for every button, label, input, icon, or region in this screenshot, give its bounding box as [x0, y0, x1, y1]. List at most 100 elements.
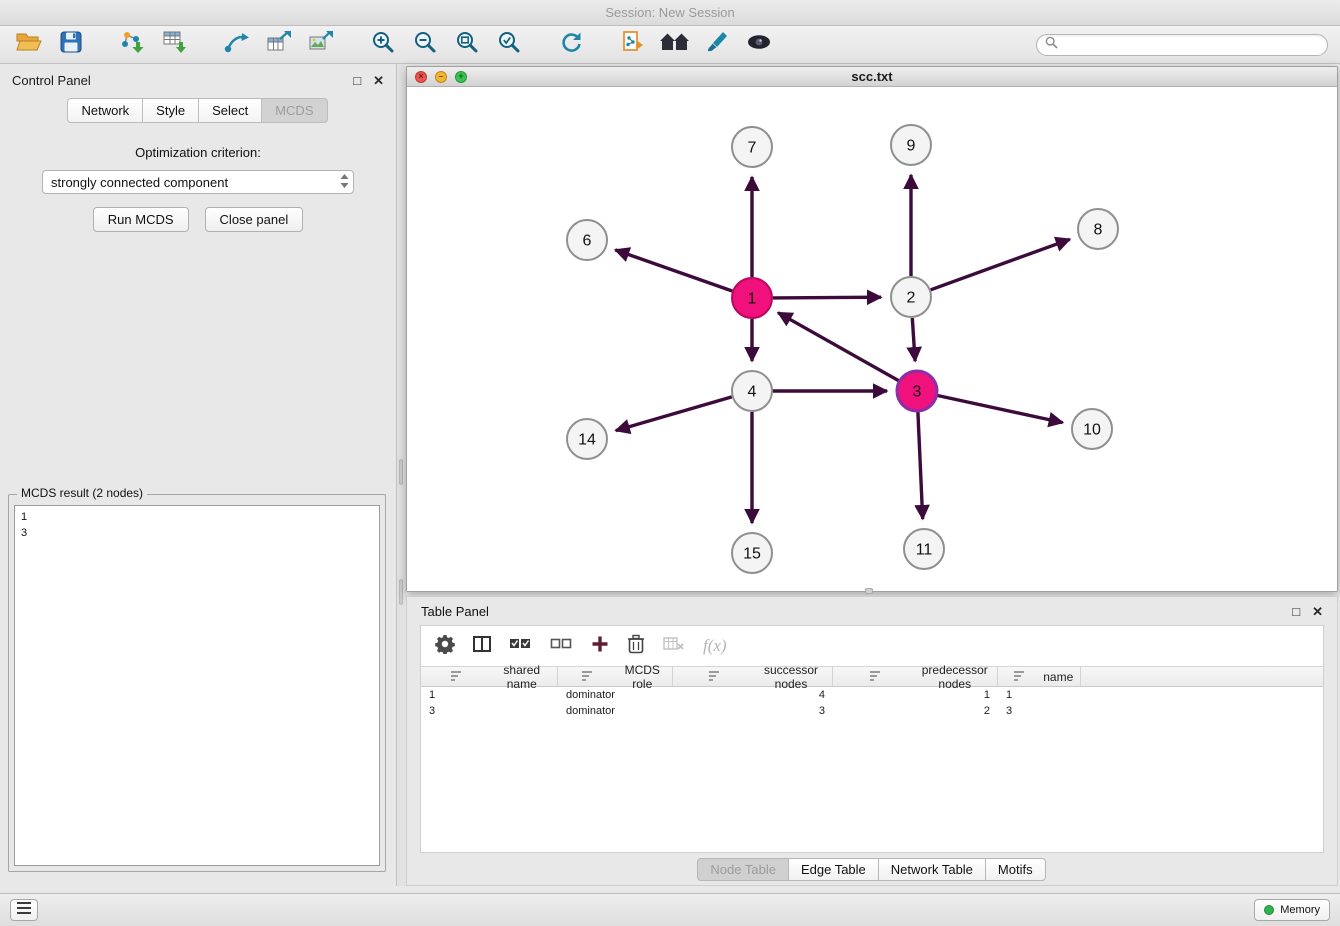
open-session-button[interactable] [12, 30, 46, 60]
copy-network-button[interactable] [616, 30, 650, 60]
zoom-in-button[interactable] [366, 30, 400, 60]
network-canvas-svg[interactable]: 7 9 6 8 1 2 4 3 14 10 15 11 [407, 87, 1337, 591]
export-image-button[interactable] [304, 30, 338, 60]
graph-node-8[interactable]: 8 [1078, 209, 1118, 249]
export-table-icon [266, 30, 292, 59]
splitter-grip[interactable] [399, 459, 403, 485]
memory-status-dot [1264, 905, 1274, 915]
graph-node-14[interactable]: 14 [567, 419, 607, 459]
panel-splitter[interactable] [397, 64, 406, 886]
table-cell[interactable]: 3 [998, 703, 1081, 719]
table-cell[interactable]: dominator [558, 687, 673, 703]
graph-edge-2-3[interactable] [912, 318, 915, 361]
checked-boxes-icon [509, 636, 532, 656]
show-columns-button[interactable] [473, 636, 491, 657]
splitter-grip[interactable] [399, 579, 403, 605]
select-all-button[interactable] [509, 636, 532, 656]
tab-motifs[interactable]: Motifs [985, 858, 1046, 881]
delete-table-button[interactable] [663, 636, 685, 657]
graph-edge-4-14[interactable] [616, 397, 732, 431]
table-cell[interactable]: 1 [833, 687, 998, 703]
refresh-icon [558, 30, 584, 59]
graph-node-9[interactable]: 9 [891, 125, 931, 165]
close-panel-button[interactable]: Close panel [205, 207, 304, 232]
graph-node-1[interactable]: 1 [732, 278, 772, 318]
graph-edge-3-10[interactable] [938, 396, 1063, 423]
tab-style[interactable]: Style [142, 98, 199, 123]
float-panel-icon[interactable]: □ [353, 74, 361, 87]
graph-node-15[interactable]: 15 [732, 533, 772, 573]
network-canvas[interactable]: 7 9 6 8 1 2 4 3 14 10 15 11 [407, 87, 1337, 591]
table-settings-button[interactable] [435, 634, 455, 659]
graph-edge-2-8[interactable] [931, 239, 1070, 289]
graph-edge-3-11[interactable] [918, 412, 923, 519]
table-cell[interactable]: 3 [673, 703, 833, 719]
close-window-icon[interactable]: × [415, 71, 427, 83]
search-box[interactable] [1036, 34, 1328, 56]
graph-node-11[interactable]: 11 [904, 529, 944, 569]
minimize-window-icon[interactable]: – [435, 71, 447, 83]
deselect-all-button[interactable] [550, 636, 573, 656]
mcds-result-text[interactable]: 1 3 [14, 505, 380, 866]
tab-select[interactable]: Select [198, 98, 262, 123]
graph-node-4[interactable]: 4 [732, 371, 772, 411]
tab-network-table[interactable]: Network Table [878, 858, 986, 881]
tab-edge-table[interactable]: Edge Table [788, 858, 879, 881]
export-network-button[interactable] [220, 30, 254, 60]
table-row[interactable]: 3dominator323 [421, 703, 1323, 719]
status-menu-button[interactable] [10, 899, 38, 921]
graph-node-2[interactable]: 2 [891, 277, 931, 317]
float-table-panel-icon[interactable]: □ [1292, 605, 1300, 618]
delete-column-button[interactable] [627, 634, 645, 659]
graph-node-10[interactable]: 10 [1072, 409, 1112, 449]
column-header-name[interactable]: name [998, 667, 1081, 686]
add-column-button[interactable] [591, 635, 609, 658]
import-network-button[interactable] [116, 30, 150, 60]
column-header-successor-nodes[interactable]: successor nodes [673, 667, 833, 686]
close-panel-icon[interactable]: ✕ [373, 74, 384, 87]
sort-icon [562, 670, 614, 684]
optimization-criterion-select[interactable]: strongly connected component [42, 170, 354, 194]
import-table-button[interactable] [158, 30, 192, 60]
graph-edge-1-2[interactable] [773, 297, 881, 298]
window-resize-handle[interactable] [865, 588, 873, 594]
export-table-button[interactable] [262, 30, 296, 60]
table-cell[interactable]: 2 [833, 703, 998, 719]
import-table-icon [162, 30, 188, 59]
graph-edge-3-1[interactable] [778, 313, 899, 381]
memory-button[interactable]: Memory [1254, 899, 1330, 921]
first-neighbors-button[interactable] [658, 30, 692, 60]
run-mcds-button[interactable]: Run MCDS [93, 207, 189, 232]
close-table-panel-icon[interactable]: ✕ [1312, 605, 1323, 618]
tab-node-table[interactable]: Node Table [697, 858, 789, 881]
table-cell[interactable]: 1 [998, 687, 1081, 703]
apply-style-button[interactable] [700, 30, 734, 60]
mcds-result-group: MCDS result (2 nodes) 1 3 [8, 494, 386, 872]
graph-node-3[interactable]: 3 [897, 371, 937, 411]
save-session-button[interactable] [54, 30, 88, 60]
column-header-predecessor-nodes[interactable]: predecessor nodes [833, 667, 998, 686]
search-input[interactable] [1063, 38, 1319, 52]
tab-mcds[interactable]: MCDS [261, 98, 327, 123]
function-builder-button[interactable]: f(x) [703, 636, 727, 656]
zoom-window-icon[interactable]: + [455, 71, 467, 83]
table-cell[interactable]: 1 [421, 687, 558, 703]
table-cell[interactable]: 4 [673, 687, 833, 703]
zoom-selected-button[interactable] [492, 30, 526, 60]
column-header-shared-name[interactable]: shared name [421, 667, 558, 686]
zoom-out-button[interactable] [408, 30, 442, 60]
column-header-MCDS-role[interactable]: MCDS role [558, 667, 673, 686]
zoom-fit-button[interactable] [450, 30, 484, 60]
refresh-layout-button[interactable] [554, 30, 588, 60]
table-cell[interactable]: dominator [558, 703, 673, 719]
graph-node-7[interactable]: 7 [732, 127, 772, 167]
graph-edge-1-6[interactable] [615, 250, 732, 291]
search-icon [1045, 36, 1058, 54]
copy-network-icon [621, 30, 645, 59]
tab-network[interactable]: Network [67, 98, 143, 123]
table-row[interactable]: 1dominator411 [421, 687, 1323, 703]
optimization-criterion-label: Optimization criterion: [0, 145, 396, 160]
table-cell[interactable]: 3 [421, 703, 558, 719]
graph-node-6[interactable]: 6 [567, 220, 607, 260]
show-hide-button[interactable] [742, 30, 776, 60]
